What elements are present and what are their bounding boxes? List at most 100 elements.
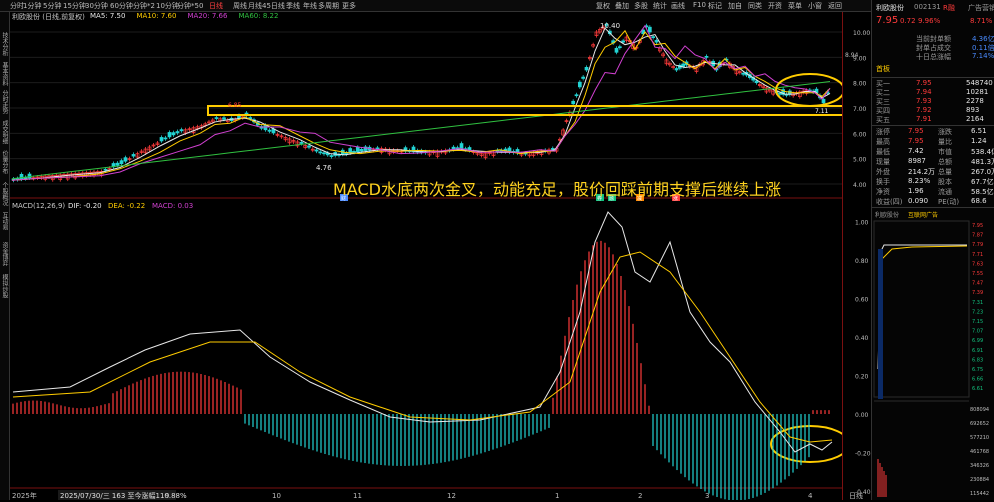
- mini-volume-tick: 692652: [970, 421, 989, 427]
- candle[interactable]: [163, 137, 168, 140]
- period-tab-2[interactable]: 5分钟: [43, 1, 61, 11]
- period-tab-16[interactable]: 更多: [342, 1, 356, 11]
- candle[interactable]: [263, 124, 268, 131]
- candle[interactable]: [267, 129, 272, 132]
- candle[interactable]: [584, 66, 589, 71]
- candle[interactable]: [654, 40, 659, 43]
- candle[interactable]: [617, 46, 622, 49]
- candle[interactable]: [103, 168, 108, 171]
- buy-order-row[interactable]: 买五 7.91 2164: [876, 115, 992, 124]
- candle[interactable]: [299, 141, 304, 144]
- rail-item-4[interactable]: 价量分布: [0, 150, 9, 174]
- mini-volume-tick: 230884: [970, 477, 989, 483]
- period-tab-3[interactable]: 15分钟: [63, 1, 86, 11]
- period-tab-8[interactable]: 分钟*50: [177, 1, 203, 11]
- period-tab-11[interactable]: 月线: [248, 1, 262, 11]
- candle[interactable]: [459, 143, 464, 149]
- toolbar-action-4[interactable]: 画线: [671, 1, 685, 11]
- candle[interactable]: [322, 152, 326, 155]
- buy-order-row[interactable]: 买二 7.94 10281: [876, 88, 992, 97]
- candle[interactable]: [318, 151, 323, 154]
- toolbar-action-6[interactable]: 标记: [708, 1, 722, 11]
- rail-item-5[interactable]: 个股概况: [0, 182, 9, 206]
- candle[interactable]: [754, 80, 759, 84]
- candle[interactable]: [179, 129, 184, 132]
- rail-item-0[interactable]: 技术分析: [0, 32, 9, 56]
- candle[interactable]: [821, 98, 826, 104]
- sector-tag[interactable]: 广告营销: [968, 3, 994, 13]
- candle[interactable]: [614, 47, 619, 53]
- candle[interactable]: [741, 72, 746, 75]
- candle[interactable]: [119, 160, 124, 165]
- toolbar-misc-0[interactable]: 加自: [728, 1, 742, 11]
- candle[interactable]: [581, 76, 586, 79]
- rail-item-3[interactable]: 成交明细: [0, 120, 9, 144]
- back-button[interactable]: 返回: [828, 1, 842, 11]
- candle[interactable]: [550, 148, 555, 150]
- period-tab-13[interactable]: 季线: [286, 1, 300, 11]
- candle[interactable]: [359, 148, 364, 152]
- period-tab-0[interactable]: 分时: [10, 1, 24, 11]
- period-tab-6[interactable]: 分钟*2: [133, 1, 155, 11]
- candle[interactable]: [115, 162, 120, 166]
- candle[interactable]: [171, 132, 176, 136]
- buy-order-row[interactable]: 买一 7.95 548740: [876, 79, 993, 88]
- rail-item-2[interactable]: 分时走势: [0, 90, 9, 114]
- period-tab-14[interactable]: 年线: [303, 1, 317, 11]
- candle[interactable]: [621, 40, 626, 43]
- candle[interactable]: [777, 92, 782, 95]
- candle[interactable]: [159, 137, 164, 142]
- candle[interactable]: [651, 36, 656, 38]
- candle[interactable]: [329, 155, 334, 157]
- candle[interactable]: [674, 68, 679, 71]
- candle[interactable]: [344, 152, 349, 155]
- candle[interactable]: [647, 26, 652, 33]
- candle[interactable]: [574, 94, 579, 97]
- period-tab-1[interactable]: 1分钟: [23, 1, 41, 11]
- period-tab-7[interactable]: 10分钟: [156, 1, 179, 11]
- toolbar-action-1[interactable]: 叠加: [615, 1, 629, 11]
- candle[interactable]: [355, 146, 360, 153]
- period-tab-4[interactable]: 30分钟: [85, 1, 108, 11]
- toolbar-action-3[interactable]: 统计: [653, 1, 667, 11]
- buy-order-row[interactable]: 买四 7.92 893: [876, 106, 992, 115]
- candle[interactable]: [571, 100, 576, 105]
- toolbar-misc-4[interactable]: 小窗: [808, 1, 822, 11]
- period-tab-5[interactable]: 60分钟: [110, 1, 133, 11]
- rail-item-1[interactable]: 基本资料: [0, 62, 9, 86]
- mini-chart-tabs[interactable]: 利欧股份 互联网广告: [872, 209, 994, 219]
- period-tab-15[interactable]: 多周期: [318, 1, 339, 11]
- candle[interactable]: [352, 150, 356, 153]
- candle[interactable]: [214, 117, 219, 119]
- buy-order-row[interactable]: 买三 7.93 2278: [876, 97, 992, 106]
- rail-item-6[interactable]: 互动易: [0, 212, 9, 230]
- candle[interactable]: [222, 117, 226, 120]
- candle[interactable]: [19, 173, 24, 180]
- candle[interactable]: [123, 157, 128, 162]
- candle[interactable]: [175, 131, 180, 134]
- candle[interactable]: [307, 145, 311, 148]
- candle[interactable]: [167, 132, 172, 138]
- stock-code: 002131: [914, 3, 941, 11]
- kline-chart-svg[interactable]: 10.404.766.857.11财券融减涨2025年 2025/07/30/三 …: [10, 12, 850, 501]
- mini-tab-sector[interactable]: 互联网广告: [908, 210, 938, 219]
- rail-item-7[interactable]: 资金博弈: [0, 242, 9, 266]
- toolbar-action-5[interactable]: F10: [693, 1, 706, 9]
- toolbar-misc-3[interactable]: 菜单: [788, 1, 802, 11]
- period-tab-12[interactable]: 45日线: [262, 1, 285, 11]
- candle[interactable]: [704, 55, 709, 58]
- toolbar-action-0[interactable]: 复权: [596, 1, 610, 11]
- toolbar-action-2[interactable]: 多股: [634, 1, 648, 11]
- toolbar-misc-2[interactable]: 开资: [768, 1, 782, 11]
- mini-tab-stock[interactable]: 利欧股份: [875, 210, 899, 219]
- period-tab-9[interactable]: 日线: [209, 1, 223, 11]
- candle[interactable]: [131, 154, 136, 157]
- candle[interactable]: [314, 149, 319, 152]
- toolbar-misc-1[interactable]: 同类: [748, 1, 762, 11]
- period-tab-10[interactable]: 周线: [233, 1, 247, 11]
- rail-item-8[interactable]: 模拟炒股: [0, 274, 9, 298]
- chart-area[interactable]: 10.40 4.76 6.85 7.11 财券融减涨 2025年 2025/07/30/三 …: [10, 12, 850, 501]
- stat-label: 外盘: [876, 168, 890, 176]
- candle[interactable]: [577, 81, 582, 88]
- period-label[interactable]: 日线: [849, 491, 863, 500]
